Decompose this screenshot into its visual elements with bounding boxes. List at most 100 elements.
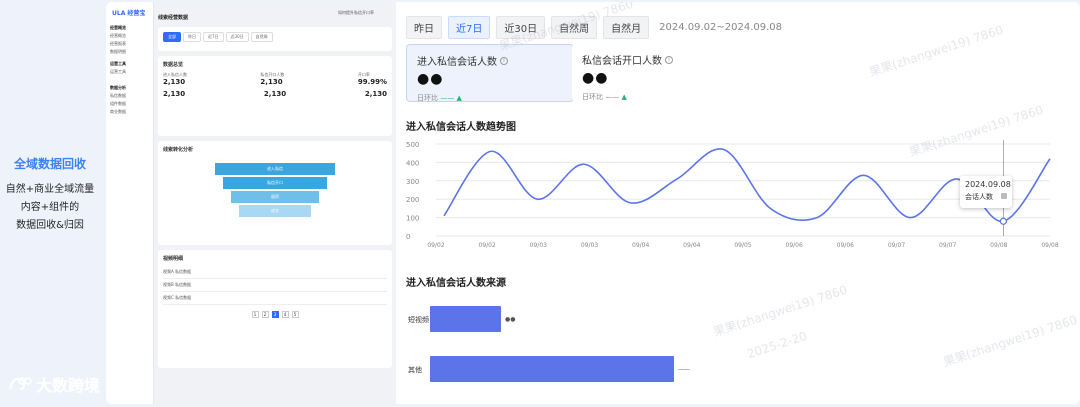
app-screenshot: ULA 经营宝 经营概览 经营概览 经营报表 数据明细 运营工具 运营工具 数据… [106,2,1080,404]
kpi-row: 进入私信人数 2,130 私信开口人数 2,130 开口率 99.99% [163,72,387,86]
x-tick-label: 09/04 [632,242,649,249]
kpi-value: 2,130 [260,78,283,86]
kpi: 进入私信人数 2,130 [163,72,187,86]
x-tick-label: 09/07 [939,242,956,249]
mini-tab[interactable]: 自然周 [250,32,273,42]
page-button[interactable]: 1 [251,311,259,318]
kpi: 2,130 [163,90,185,98]
table-row[interactable]: 视频C 私信数据 [163,292,387,305]
promo-title: 全域数据回收 [13,157,86,171]
sidebar-item[interactable]: 经营报表 [110,40,126,48]
x-tick-label: 09/05 [734,242,751,249]
table-row[interactable]: 视频B 私信数据 [163,279,387,292]
table-row[interactable]: 视频A 私信数据 [163,266,387,279]
source-bar[interactable] [430,306,501,332]
x-tick-label: 09/07 [888,242,905,249]
inner-title: 线索经营数据 [158,15,189,21]
kpi-value: 2,130 [364,90,387,98]
detail-panel: 昨日 近7日 近30日 自然周 自然月 2024.09.02~2024.09.0… [396,2,1080,404]
app-sidebar: ULA 经营宝 经营概览 经营概览 经营报表 数据明细 运营工具 运营工具 数据… [106,2,154,404]
kpi-value: 2,130 [263,90,287,98]
promo-panel: 全域数据回收 自然+商业全域流量 内容+组件的 数据回收&归因 大数跨境 [0,0,100,407]
brand-logo: 大数跨境 [8,372,100,396]
funnel-step: 私信开口 [223,177,327,189]
source-bar-label: 短视频 [408,316,429,324]
tooltip-row: 会话人数 [965,192,1007,202]
source-bar-value: ●● [505,316,516,323]
kpi-value: 2,130 [163,78,186,86]
kpi-value: 2,130 [163,90,186,98]
source-bar-value: —— [678,366,690,373]
app-logo: ULA 经营宝 [112,10,146,17]
mini-tab[interactable]: 近7日 [203,32,224,42]
kpi-label: 私信开口人数 [260,72,285,77]
page-button[interactable]: 4 [281,311,289,318]
sidebar-item[interactable]: 组件数据 [110,100,126,108]
detail-title: 视频明细 [163,256,184,262]
kpi: 2,130 [365,90,387,98]
mini-tab[interactable]: 全部 [163,32,181,42]
table-cell: 视频A 私信数据 [163,269,192,274]
page-button[interactable]: 3 [271,311,279,318]
sidebar-item[interactable]: 数据明细 [110,48,126,56]
x-tick-label: 09/02 [479,242,496,249]
detail-card: 视频明细 视频A 私信数据 视频B 私信数据 视频C 私信数据 1 2 3 4 … [158,250,392,368]
promo-line: 内容+组件的 [20,202,80,213]
y-tick-label: 300 [406,178,419,186]
kpi-label: 进入私信人数 [163,72,187,77]
x-tick-label: 09/04 [683,242,700,249]
sidebar-item[interactable]: 运营工具 [110,68,126,76]
x-tick-label: 09/03 [530,242,547,249]
chart-tooltip: 2024.09.08 会话人数 [960,176,1012,208]
funnel-chart: 进入私信 私信开口 留资 成交 [163,157,387,223]
sidebar-group: 经营概览 经营概览 经营报表 数据明细 [110,24,126,56]
x-tick-label: 09/03 [581,242,598,249]
sidebar-group: 数据分析 私信数据 组件数据 商业数据 [110,84,126,116]
overview-title: 数据总览 [163,62,184,68]
table-cell: 视频B 私信数据 [163,282,192,287]
sidebar-group-title: 经营概览 [110,25,126,30]
sidebar-group-title: 运营工具 [110,61,126,66]
mini-tabs: 全部 昨日 近7日 近30日 自然周 [163,32,387,42]
sidebar-item[interactable]: 商业数据 [110,108,126,116]
sidebar-group: 运营工具 运营工具 [110,60,126,76]
tooltip-swatch [1001,193,1007,199]
overview-card: 全部 昨日 近7日 近30日 自然周 [158,27,392,51]
promo-line: 自然+商业全域流量 [5,184,95,195]
page-button[interactable]: 2 [261,311,269,318]
funnel-title: 线索转化分析 [163,147,194,153]
source-bar[interactable] [430,356,674,382]
table-cell: 视频C 私信数据 [163,295,192,300]
y-tick-label: 200 [406,196,419,204]
page-button[interactable]: 5 [291,311,299,318]
x-tick-label: 09/02 [427,242,444,249]
mini-tab[interactable]: 近30日 [225,32,249,42]
trend-chart: 0 100 200 300 400 500 09/02 09/02 09/03 09/03 09/0… [406,140,1059,249]
funnel-step: 留资 [231,191,319,203]
y-tick-label: 500 [406,141,419,149]
x-tick-label: 09/08 [1041,242,1058,249]
tooltip-series: 会话人数 [965,193,993,201]
sidebar-item[interactable]: 私信数据 [110,92,126,100]
sidebar-group-title: 数据分析 [110,85,126,90]
source-title: 进入私信会话人数来源 [406,278,506,289]
sidebar-item[interactable]: 经营概览 [110,32,126,40]
kpi: 开口率 99.99% [358,72,387,86]
inner-content: 线索经营数据 全部 昨日 近7日 近30日 自然周 数据总览 进入私信人数 2,1… [158,6,392,373]
funnel-step: 进入私信 [215,163,335,175]
overview-kpi-card: 数据总览 进入私信人数 2,130 私信开口人数 2,130 开口率 99.99% 2… [158,56,392,136]
x-tick-label: 09/08 [990,242,1007,249]
pagination: 1 2 3 4 5 [163,311,387,318]
x-tick-label: 09/06 [786,242,803,249]
kpi: 私信开口人数 2,130 [260,72,284,86]
kpi-value: 99.99% [357,78,387,86]
y-tick-label: 0 [406,233,410,241]
funnel-step: 成交 [239,205,311,217]
x-tick-label: 09/06 [837,242,854,249]
source-bar-label: 其他 [408,366,422,374]
funnel-card: 线索转化分析 进入私信 私信开口 留资 成交 [158,141,392,245]
mini-tab[interactable]: 昨日 [183,32,201,42]
brand-name: 大数跨境 [36,376,101,395]
y-tick-label: 100 [406,215,419,223]
y-tick-label: 400 [406,159,419,167]
